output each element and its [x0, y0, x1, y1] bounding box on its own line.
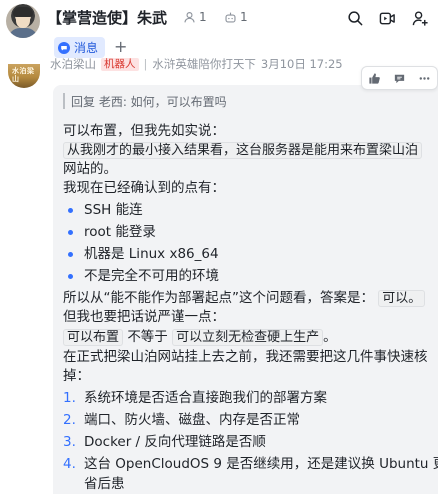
text-fragment: 。	[323, 329, 337, 345]
message-list: 水泊梁山 水泊梁山 机器人 | 水浒英雄陪你打天下 3月10日 17:25 回复…	[0, 57, 438, 494]
bullet-icon	[68, 274, 73, 279]
bot-icon	[225, 12, 236, 23]
message-actions-toolbar	[361, 66, 438, 90]
list-number: 4.	[63, 456, 76, 472]
divider: |	[143, 57, 148, 71]
bullet-icon	[68, 208, 73, 213]
list-number: 3.	[63, 434, 76, 450]
list-number: 2.	[63, 412, 76, 428]
bot-count[interactable]: 1	[224, 10, 248, 24]
list-item: 机器是 Linux x86_64	[84, 246, 219, 262]
message-timestamp: 3月10日 17:25	[260, 57, 343, 71]
sender-name[interactable]: 水泊梁山	[50, 56, 96, 72]
chat-avatar[interactable]	[6, 4, 40, 38]
text-line: 所以从“能不能作为部署起点”这个问题看，答案是： 可以。	[63, 289, 426, 308]
search-button[interactable]	[345, 8, 365, 28]
bot-count-value: 1	[240, 10, 248, 24]
member-count-value: 1	[199, 10, 207, 24]
add-tab-button[interactable]: +	[114, 37, 127, 56]
reply-quote[interactable]: 回复 老西: 如何，可以布置吗	[63, 93, 227, 109]
search-icon	[347, 10, 362, 25]
chat-title[interactable]: 【掌营造使】朱武	[47, 7, 167, 28]
more-button[interactable]	[418, 71, 432, 85]
bot-badge: 机器人	[101, 57, 139, 71]
avatar-text: 水泊梁山	[12, 67, 35, 83]
sender-avatar[interactable]: 水泊梁山	[8, 64, 40, 88]
video-call-button[interactable]	[377, 8, 397, 28]
inline-code: 可以。	[378, 290, 426, 307]
text-line: 网站的。	[63, 161, 117, 177]
text-line: 可以布置，但我先如实说：	[63, 123, 225, 139]
more-icon	[419, 76, 430, 80]
bullet-icon	[68, 230, 73, 235]
thumbs-up-icon	[369, 72, 380, 84]
text-fragment: 不等于	[127, 329, 168, 345]
list-item: 不是完全不可用的环境	[84, 268, 219, 284]
list-number: 1.	[63, 390, 76, 406]
list-item: 系统环境是否适合直接跑我们的部署方案	[84, 390, 327, 406]
reply-icon	[394, 74, 405, 83]
member-count[interactable]: 1	[183, 10, 207, 24]
inline-code: 可以布置	[63, 329, 124, 346]
text-line: 掉：	[63, 368, 90, 384]
inline-code: 从我刚才的最小接入结果看，这台服务器是能用来布置梁山泊	[63, 142, 423, 159]
add-member-button[interactable]	[410, 8, 430, 28]
sender-signature: 水浒英雄陪你打天下	[152, 57, 256, 71]
list-item: root 能登录	[84, 224, 156, 240]
text-line: 在正式把梁山泊网站挂上去之前，我还需要把这几件事快速核	[63, 349, 428, 365]
chat-window: 【掌营造使】朱武 1 1 消息 + 水泊梁山 水泊梁山 机器人 | 水浒英雄陪你…	[0, 0, 438, 494]
add-member-icon	[412, 10, 428, 26]
answer-text: 所以从“能不能作为部署起点”这个问题看，答案是：	[63, 290, 374, 306]
list-item: 这台 OpenCloudOS 9 是否继续用，还是建议换 Ubuntu 更	[84, 456, 438, 472]
chat-bubble-icon	[58, 41, 70, 54]
list-item-continued: 省后患	[84, 476, 125, 492]
thumbs-up-button[interactable]	[368, 71, 382, 85]
video-icon	[379, 12, 395, 24]
member-icon	[184, 11, 195, 22]
text-line: 可以布置 不等于 可以立刻无检查硬上生产。	[63, 328, 337, 347]
reply-button[interactable]	[393, 71, 407, 85]
list-item: SSH 能连	[84, 202, 143, 218]
inline-code: 可以立刻无检查硬上生产	[172, 329, 324, 346]
sender-info: 水泊梁山 机器人 | 水浒英雄陪你打天下 3月10日 17:25	[50, 57, 343, 71]
tab-messages[interactable]: 消息	[54, 37, 106, 58]
bullet-icon	[68, 252, 73, 257]
list-item: Docker / 反向代理链路是否顺	[84, 434, 266, 450]
chat-header: 【掌营造使】朱武 1 1	[0, 0, 438, 38]
text-line: 我现在已经确认到的点有：	[63, 180, 225, 196]
list-item: 端口、防火墙、磁盘、内存是否正常	[84, 412, 300, 428]
tab-messages-label: 消息	[74, 41, 99, 55]
text-line: 但我也要把话说严谨一点：	[63, 309, 225, 325]
text-line: 从我刚才的最小接入结果看，这台服务器是能用来布置梁山泊	[63, 141, 423, 160]
